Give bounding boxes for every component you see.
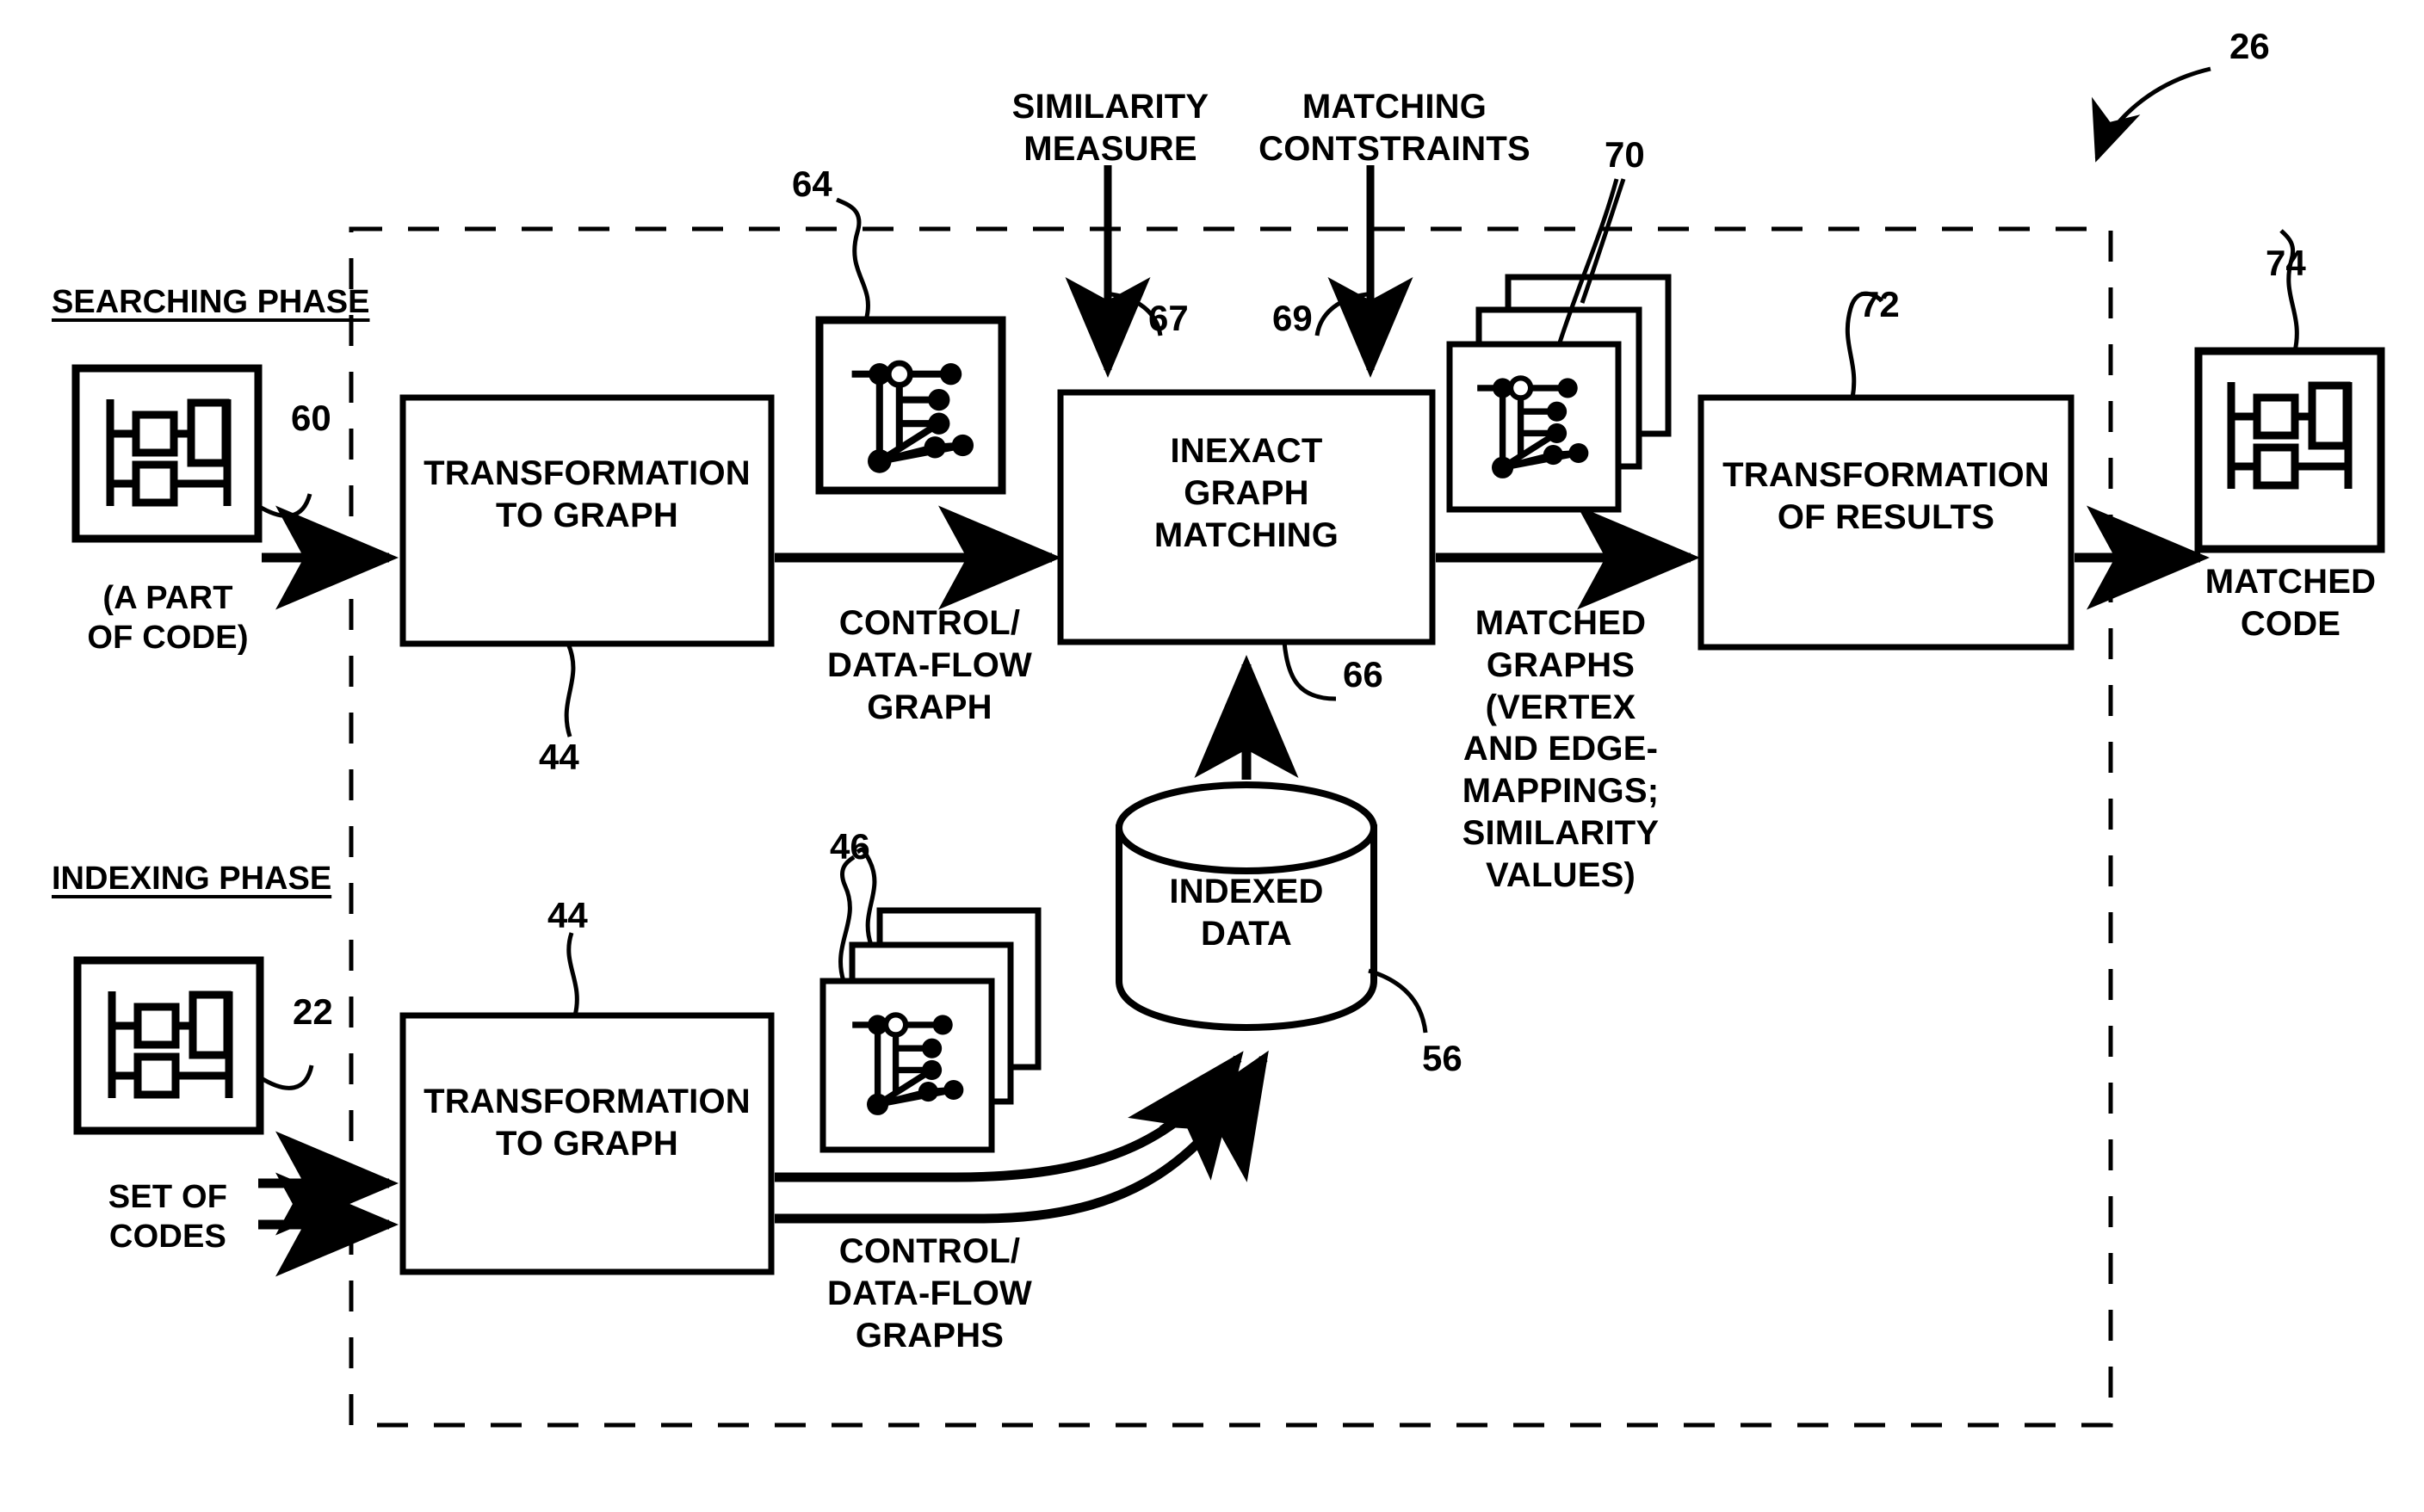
ref-64: 64 xyxy=(792,164,832,204)
edge-label-control-dataflow-graphs: CONTROL/ DATA-FLOW GRAPHS xyxy=(826,1232,1032,1355)
leader-44-search xyxy=(564,643,576,737)
diagram-vector-layer xyxy=(71,66,2385,1428)
leader-64 xyxy=(836,197,870,321)
searching-phase-heading: SEARCHING PHASE xyxy=(52,284,370,320)
ref-70: 70 xyxy=(1605,134,1645,175)
leader-66 xyxy=(1282,641,1337,701)
leader-26 xyxy=(2092,66,2211,163)
leader-60 xyxy=(257,493,312,518)
matched-code-caption: MATCHED CODE xyxy=(2204,563,2377,643)
graph-stack-front-70 xyxy=(1446,341,1622,513)
leader-44-index xyxy=(566,932,579,1016)
ref-46: 46 xyxy=(830,826,870,867)
box-label-inexact-graph-matching: INEXACT GRAPH MATCHING xyxy=(1153,432,1339,554)
ref-72: 72 xyxy=(1859,284,1900,324)
datastore-label: INDEXED DATA xyxy=(1169,873,1324,953)
edge-label-matched-graphs: MATCHED GRAPHS (VERTEX AND EDGE- MAPPING… xyxy=(1462,604,1660,894)
leader-69 xyxy=(1314,292,1368,336)
figure-canvas: SEARCHING PHASE INDEXING PHASE (A PART O… xyxy=(0,0,2424,1512)
edge-label-control-dataflow-graph: CONTROL/ DATA-FLOW GRAPH xyxy=(826,604,1032,726)
ref-26: 26 xyxy=(2229,26,2270,66)
ref-74: 74 xyxy=(2266,243,2306,283)
indexing-phase-heading: INDEXING PHASE xyxy=(52,861,332,897)
box-label-transformation-of-results: TRANSFORMATION OF RESULTS xyxy=(1722,456,2050,536)
index-input-caption: SET OF CODES xyxy=(108,1179,228,1256)
ref-56: 56 xyxy=(1422,1038,1462,1078)
ref-60: 60 xyxy=(291,398,331,438)
leader-22 xyxy=(258,1065,314,1090)
matching-constraints-label: MATCHING CONTSTRAINTS xyxy=(1258,88,1530,168)
similarity-measure-label: SIMILARITY MEASURE xyxy=(1011,88,1209,168)
ref-67: 67 xyxy=(1148,298,1189,338)
box-label-transform-index: TRANSFORMATION TO GRAPH xyxy=(424,1083,751,1163)
datastore-cylinder-top xyxy=(1116,781,1377,874)
ref-44-search: 44 xyxy=(539,737,579,777)
ref-22: 22 xyxy=(293,991,333,1032)
ref-69: 69 xyxy=(1272,298,1313,338)
graph-icon-frame-64 xyxy=(815,316,1006,495)
indexed-stack-front-46 xyxy=(819,978,995,1153)
box-label-transform-search: TRANSFORMATION TO GRAPH xyxy=(424,454,751,534)
ref-44-index: 44 xyxy=(547,895,588,935)
ref-66: 66 xyxy=(1343,654,1383,694)
search-input-caption: (A PART OF CODE) xyxy=(87,580,249,657)
